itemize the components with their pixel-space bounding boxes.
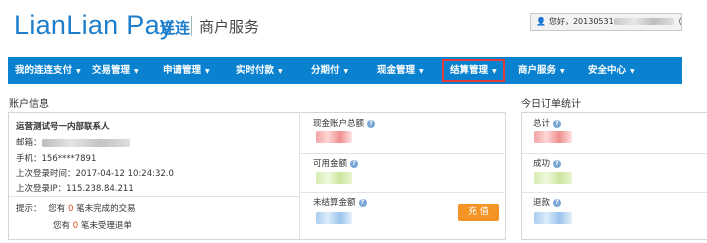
- divider: [9, 196, 299, 197]
- chevron-down-icon: ▼: [630, 68, 635, 75]
- chevron-down-icon: ▼: [76, 68, 81, 75]
- available-balance-label-row: 可用金额?: [313, 157, 359, 169]
- chevron-down-icon: ▼: [205, 68, 210, 75]
- total-balance-label: 现金账户总额: [313, 119, 365, 129]
- last-login-ip: 上次登录IP：115.238.84.211: [16, 184, 134, 194]
- user-role: （管理员）: [673, 17, 682, 26]
- order-refund-label-row: 退款?: [533, 196, 562, 208]
- nav-item-my-lianlian[interactable]: 我的连连支付 ▼: [15, 57, 81, 84]
- recharge-button[interactable]: 充 值: [458, 204, 499, 221]
- tip-prefix: 您有: [53, 221, 71, 231]
- account-section-title: 账户信息: [9, 99, 49, 110]
- nav-item-installment[interactable]: 分期付 ▼: [311, 57, 348, 84]
- redacted-order-refund: [534, 212, 572, 224]
- order-success-label: 成功: [533, 159, 551, 169]
- pending-refunds-count: 0: [72, 221, 79, 231]
- chevron-down-icon: ▼: [134, 68, 139, 75]
- nav-item-label: 交易管理: [92, 65, 131, 76]
- nav-item-label: 结算管理: [450, 65, 489, 76]
- help-icon[interactable]: ?: [553, 119, 562, 128]
- help-icon[interactable]: ?: [350, 159, 359, 168]
- nav-item-label: 现金管理: [377, 65, 416, 76]
- nav-item-cash-management[interactable]: 现金管理 ▼: [377, 57, 424, 84]
- logo-divider: [191, 16, 192, 36]
- user-info-box[interactable]: 👤您好，20130531 （管理员）: [530, 13, 682, 31]
- chevron-down-icon: ▼: [419, 68, 424, 75]
- divider: [300, 153, 504, 154]
- help-icon[interactable]: ?: [553, 159, 562, 168]
- tip-prefix: 您有: [48, 204, 66, 214]
- nav-item-label: 安全中心: [588, 65, 627, 76]
- unsettled-balance-label-row: 未结算金额?: [313, 196, 367, 208]
- panel-divider: [299, 112, 300, 239]
- email-label: 邮箱：: [16, 138, 42, 148]
- help-icon[interactable]: ?: [367, 119, 376, 128]
- nav-item-label: 我的连连支付: [15, 65, 73, 76]
- last-login-time: 上次登录时间：2017-04-12 10:24:32.0: [16, 169, 174, 179]
- nav-item-settlement[interactable]: 结算管理 ▼: [442, 59, 505, 82]
- nav-item-applications[interactable]: 申请管理 ▼: [163, 57, 210, 84]
- tip-suffix[interactable]: 笔未完成的交易: [76, 204, 136, 214]
- email-row: 邮箱：: [16, 136, 130, 148]
- chevron-down-icon: ▼: [278, 68, 283, 75]
- order-total-label: 总计: [533, 119, 551, 129]
- chevron-down-icon: ▼: [560, 68, 565, 75]
- redacted-total-balance: [316, 131, 352, 143]
- merchant-name: 运营测试号一内部联系人: [16, 122, 110, 132]
- main-nav: 我的连连支付 ▼ 交易管理 ▼ 申请管理 ▼ 实时付款 ▼ 分期付 ▼ 现金管理 ▼ 结算管…: [8, 57, 682, 84]
- divider: [522, 192, 707, 193]
- nav-item-label: 实时付款: [236, 65, 275, 76]
- tip-label: 提示：: [16, 204, 42, 214]
- divider: [300, 192, 504, 193]
- user-icon: 👤: [536, 17, 546, 26]
- redacted-email-blur: [41, 138, 130, 147]
- nav-item-transactions[interactable]: 交易管理 ▼: [92, 57, 139, 84]
- help-icon[interactable]: ?: [553, 198, 562, 207]
- order-success-label-row: 成功?: [533, 157, 562, 169]
- tip-suffix[interactable]: 笔未受理退单: [81, 221, 132, 231]
- pending-transactions-count: 0: [67, 204, 74, 214]
- redacted-unsettled-balance: [316, 212, 352, 224]
- nav-item-label: 商户服务: [518, 65, 557, 76]
- tip-line-1: 提示： 您有 0 笔未完成的交易: [16, 202, 136, 214]
- site-subtitle: 商户服务: [199, 18, 260, 36]
- chevron-down-icon: ▼: [492, 68, 497, 75]
- total-balance-label-row: 现金账户总额?: [313, 117, 376, 129]
- unsettled-balance-label: 未结算金额: [313, 198, 356, 208]
- help-icon[interactable]: ?: [358, 198, 367, 207]
- available-balance-label: 可用金额: [313, 159, 348, 169]
- brand-logo-cn: 连连: [160, 19, 191, 37]
- nav-item-security-center[interactable]: 安全中心 ▼: [588, 57, 635, 84]
- chevron-down-icon: ▼: [343, 68, 349, 75]
- order-refund-label: 退款: [533, 198, 551, 208]
- nav-item-label: 申请管理: [163, 65, 202, 76]
- orders-section-title: 今日订单统计: [521, 99, 581, 110]
- tip-line-2: 您有 0 笔未受理退单: [53, 219, 132, 231]
- order-total-label-row: 总计?: [533, 117, 562, 129]
- user-greeting: 您好，20130531: [548, 17, 614, 26]
- brand-logo: LianLian Pay: [14, 10, 174, 40]
- nav-item-realtime-payment[interactable]: 实时付款 ▼: [236, 57, 283, 84]
- phone-text: 手机：156****7891: [16, 154, 97, 164]
- redacted-order-total: [534, 131, 572, 143]
- nav-item-merchant-service[interactable]: 商户服务 ▼: [518, 57, 565, 84]
- redacted-available-balance: [316, 172, 352, 184]
- nav-item-label: 分期付: [311, 65, 340, 76]
- redacted-order-success: [534, 172, 572, 184]
- divider: [522, 153, 707, 154]
- redacted-account-blur: [613, 18, 674, 25]
